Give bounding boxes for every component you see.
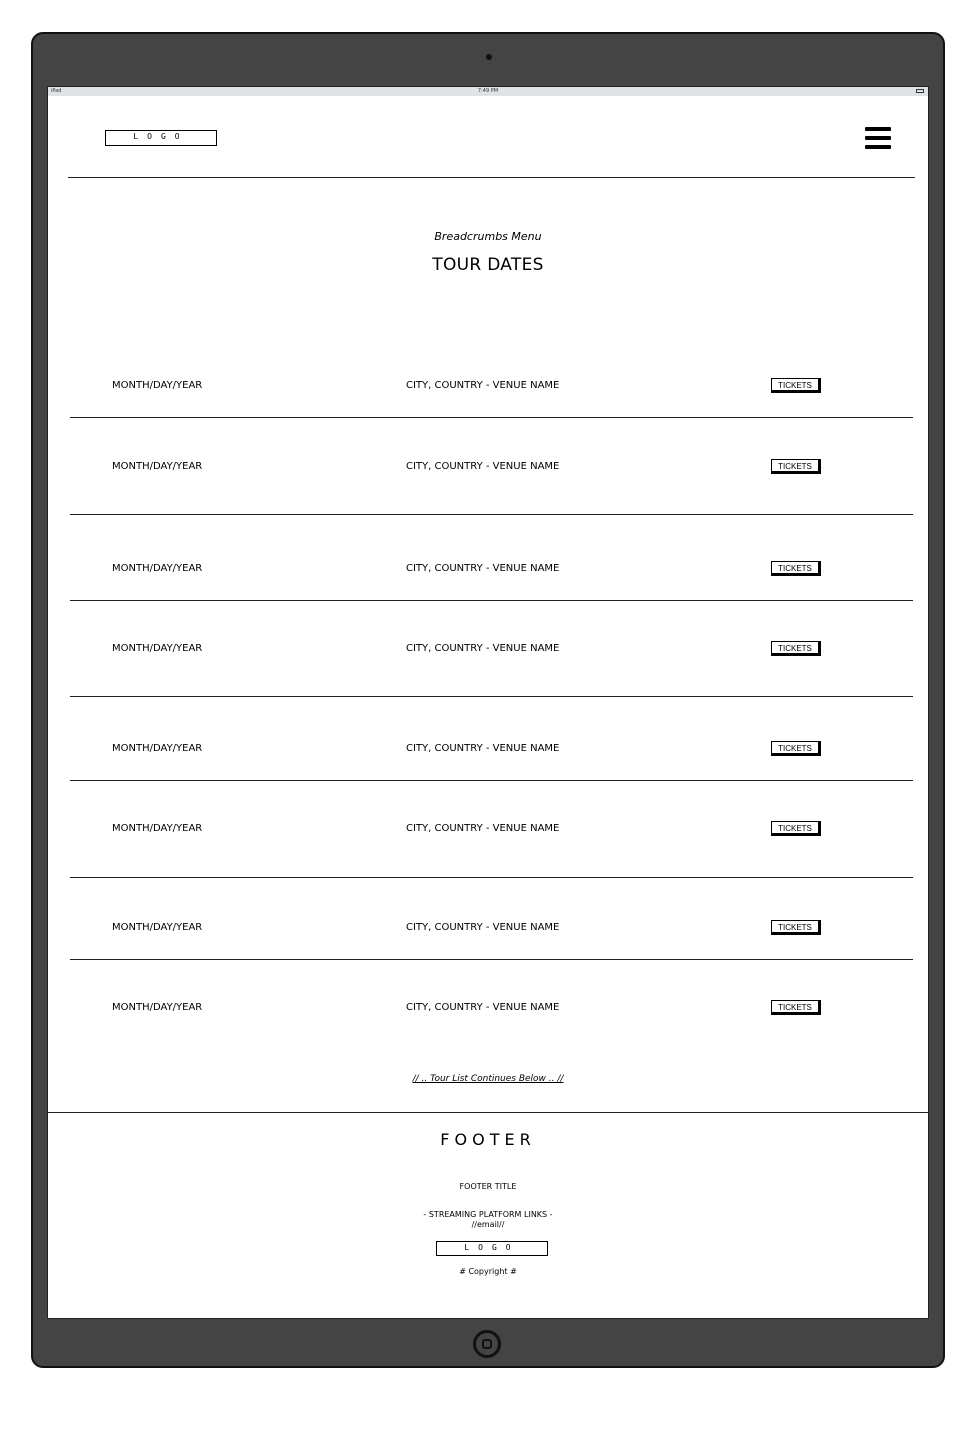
tour-date: MONTH/DAY/YEAR bbox=[112, 380, 203, 391]
row-divider bbox=[70, 514, 913, 515]
breadcrumbs[interactable]: Breadcrumbs Menu bbox=[48, 230, 928, 243]
status-time: 7:49 PM bbox=[477, 88, 499, 94]
tickets-button[interactable]: TICKETS bbox=[771, 641, 821, 656]
tour-venue: CITY, COUNTRY - VENUE NAME bbox=[406, 563, 560, 574]
tour-date: MONTH/DAY/YEAR bbox=[112, 922, 203, 933]
tickets-button[interactable]: TICKETS bbox=[771, 741, 821, 756]
tickets-button[interactable]: TICKETS bbox=[771, 821, 821, 836]
row-divider bbox=[70, 877, 913, 878]
row-divider bbox=[70, 780, 913, 781]
tour-date: MONTH/DAY/YEAR bbox=[112, 461, 203, 472]
tour-row: MONTH/DAY/YEAR CITY, COUNTRY - VENUE NAME… bbox=[48, 821, 928, 843]
tour-row: MONTH/DAY/YEAR CITY, COUNTRY - VENUE NAME… bbox=[48, 378, 928, 400]
row-divider bbox=[70, 696, 913, 697]
tour-venue: CITY, COUNTRY - VENUE NAME bbox=[406, 743, 560, 754]
footer-email[interactable]: //email// bbox=[48, 1220, 928, 1229]
row-divider bbox=[70, 959, 913, 960]
tour-date: MONTH/DAY/YEAR bbox=[112, 743, 203, 754]
tour-venue: CITY, COUNTRY - VENUE NAME bbox=[406, 1002, 560, 1013]
tickets-button[interactable]: TICKETS bbox=[771, 1000, 821, 1015]
tour-row: MONTH/DAY/YEAR CITY, COUNTRY - VENUE NAME… bbox=[48, 459, 928, 481]
tour-row: MONTH/DAY/YEAR CITY, COUNTRY - VENUE NAME… bbox=[48, 641, 928, 663]
tickets-button[interactable]: TICKETS bbox=[771, 920, 821, 935]
tour-row: MONTH/DAY/YEAR CITY, COUNTRY - VENUE NAME… bbox=[48, 741, 928, 763]
tour-venue: CITY, COUNTRY - VENUE NAME bbox=[406, 461, 560, 472]
footer-heading: FOOTER bbox=[440, 1130, 536, 1149]
tickets-button[interactable]: TICKETS bbox=[771, 561, 821, 576]
tour-date: MONTH/DAY/YEAR bbox=[112, 563, 203, 574]
tickets-button[interactable]: TICKETS bbox=[771, 459, 821, 474]
tour-date: MONTH/DAY/YEAR bbox=[112, 1002, 203, 1013]
tour-venue: CITY, COUNTRY - VENUE NAME bbox=[406, 643, 560, 654]
streaming-platform-links[interactable]: - STREAMING PLATFORM LINKS - bbox=[48, 1210, 928, 1219]
row-divider bbox=[70, 600, 913, 601]
footer: FOOTER FOOTER TITLE - STREAMING PLATFORM… bbox=[48, 1112, 928, 1318]
home-button[interactable] bbox=[473, 1330, 501, 1358]
header-logo[interactable]: LOGO bbox=[105, 130, 217, 146]
page-title: TOUR DATES bbox=[432, 255, 544, 275]
tour-row: MONTH/DAY/YEAR CITY, COUNTRY - VENUE NAME… bbox=[48, 1000, 928, 1022]
footer-logo[interactable]: LOGO bbox=[436, 1241, 548, 1256]
row-divider bbox=[70, 417, 913, 418]
header-divider bbox=[68, 177, 915, 178]
tour-venue: CITY, COUNTRY - VENUE NAME bbox=[406, 380, 560, 391]
tickets-button[interactable]: TICKETS bbox=[771, 378, 821, 393]
tour-list-continues: // .. Tour List Continues Below .. // bbox=[412, 1074, 564, 1084]
battery-icon bbox=[916, 89, 924, 93]
camera-dot bbox=[486, 54, 492, 60]
tour-venue: CITY, COUNTRY - VENUE NAME bbox=[406, 922, 560, 933]
footer-title: FOOTER TITLE bbox=[459, 1182, 517, 1191]
tour-row: MONTH/DAY/YEAR CITY, COUNTRY - VENUE NAME… bbox=[48, 561, 928, 583]
copyright: # Copyright # bbox=[459, 1267, 517, 1276]
device-screen: iPad 7:49 PM LOGO Breadcrumbs Menu TOUR … bbox=[47, 86, 929, 1319]
hamburger-menu-icon[interactable] bbox=[865, 127, 891, 150]
tour-date: MONTH/DAY/YEAR bbox=[112, 823, 203, 834]
status-bar: iPad 7:49 PM bbox=[48, 87, 928, 96]
tour-venue: CITY, COUNTRY - VENUE NAME bbox=[406, 823, 560, 834]
tour-date: MONTH/DAY/YEAR bbox=[112, 643, 203, 654]
tour-row: MONTH/DAY/YEAR CITY, COUNTRY - VENUE NAME… bbox=[48, 920, 928, 942]
